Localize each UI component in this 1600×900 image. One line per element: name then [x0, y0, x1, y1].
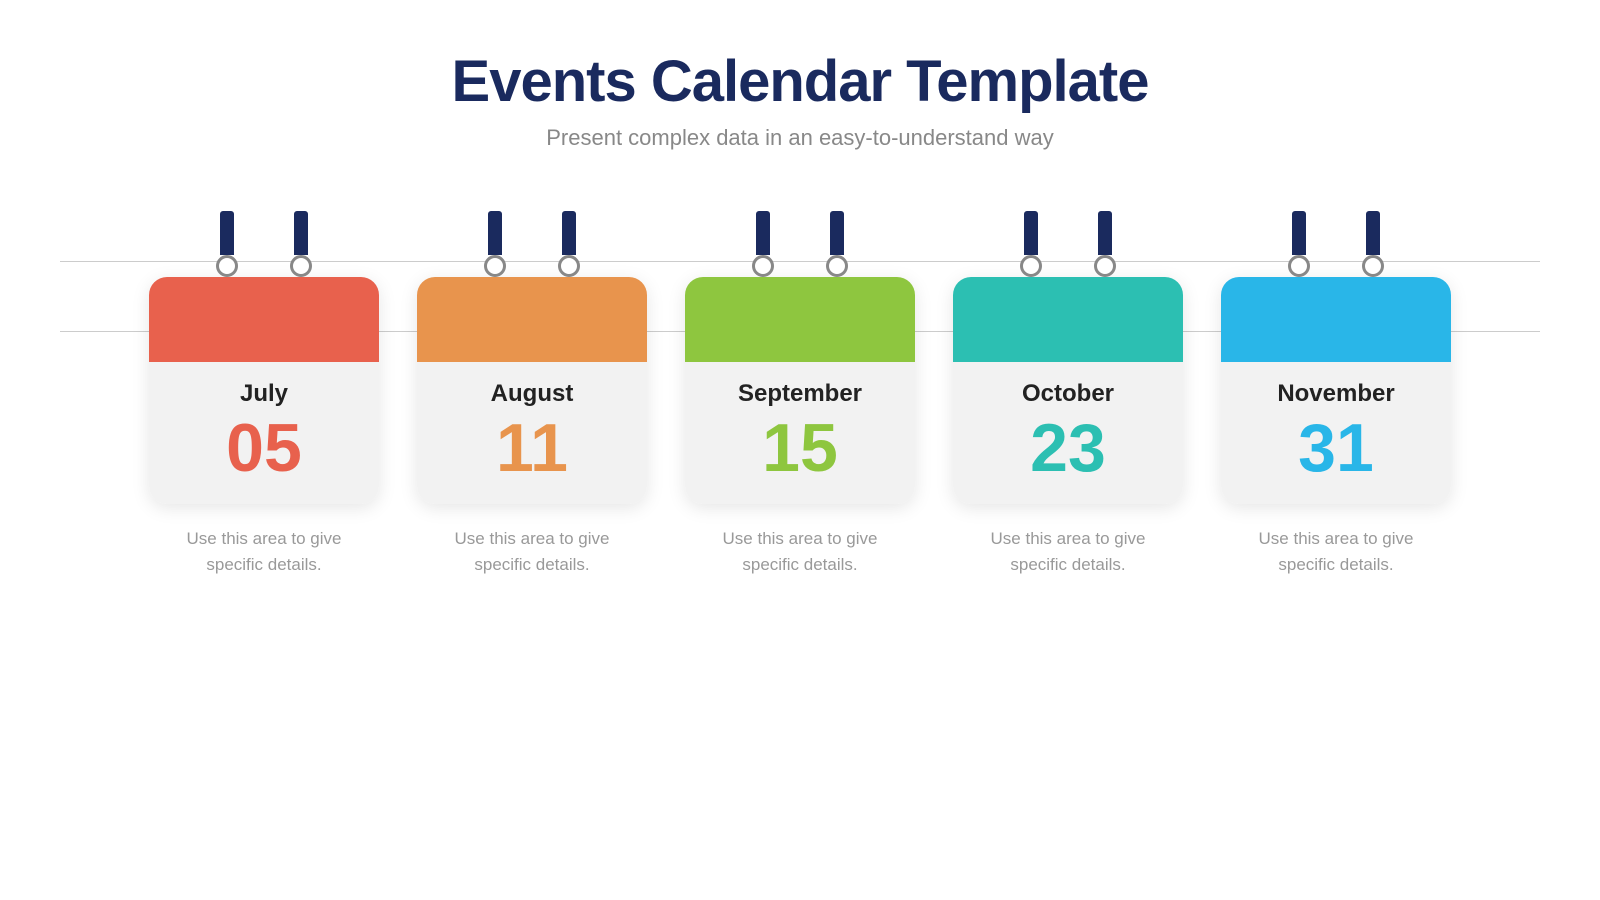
binder-ring-right-august	[558, 255, 580, 277]
day-number-october: 23	[963, 414, 1173, 482]
binder-post-right-october	[1098, 211, 1112, 255]
month-name-july: July	[159, 380, 369, 408]
month-name-october: October	[963, 380, 1173, 408]
card-body-september: September 15	[685, 362, 915, 504]
binder-ring-left-july	[216, 255, 238, 277]
card-description-october: Use this area to give specific details.	[968, 526, 1168, 577]
binders-july	[216, 211, 312, 277]
page-subtitle: Present complex data in an easy-to-under…	[452, 125, 1149, 151]
card-description-july: Use this area to give specific details.	[164, 526, 364, 577]
binder-right-november	[1362, 211, 1384, 277]
binder-post-left-september	[756, 211, 770, 255]
day-number-november: 31	[1231, 414, 1441, 482]
month-name-november: November	[1231, 380, 1441, 408]
cards-container: July 05 Use this area to give specific d…	[0, 211, 1600, 577]
binders-october	[1020, 211, 1116, 277]
binder-post-right-september	[830, 211, 844, 255]
calendar-card-september: September 15	[685, 277, 915, 504]
day-number-august: 11	[427, 414, 637, 482]
card-body-october: October 23	[953, 362, 1183, 504]
binder-ring-right-november	[1362, 255, 1384, 277]
binder-ring-left-november	[1288, 255, 1310, 277]
page-title: Events Calendar Template	[452, 48, 1149, 115]
card-top-august	[417, 277, 647, 362]
card-description-september: Use this area to give specific details.	[700, 526, 900, 577]
calendar-card-august: August 11	[417, 277, 647, 504]
card-description-august: Use this area to give specific details.	[432, 526, 632, 577]
card-body-august: August 11	[417, 362, 647, 504]
binder-ring-right-september	[826, 255, 848, 277]
binder-left-september	[752, 211, 774, 277]
binder-post-right-july	[294, 211, 308, 255]
day-number-september: 15	[695, 414, 905, 482]
binder-post-right-august	[562, 211, 576, 255]
binder-ring-left-august	[484, 255, 506, 277]
binder-left-november	[1288, 211, 1310, 277]
card-body-july: July 05	[149, 362, 379, 504]
page-header: Events Calendar Template Present complex…	[452, 48, 1149, 151]
binders-september	[752, 211, 848, 277]
binder-post-left-october	[1024, 211, 1038, 255]
card-wrapper-october: October 23 Use this area to give specifi…	[948, 211, 1188, 577]
binders-november	[1288, 211, 1384, 277]
binder-post-right-november	[1366, 211, 1380, 255]
day-number-july: 05	[159, 414, 369, 482]
month-name-august: August	[427, 380, 637, 408]
binder-left-august	[484, 211, 506, 277]
card-body-november: November 31	[1221, 362, 1451, 504]
binder-ring-right-july	[290, 255, 312, 277]
calendar-card-july: July 05	[149, 277, 379, 504]
binder-ring-right-october	[1094, 255, 1116, 277]
binder-left-july	[216, 211, 238, 277]
calendar-card-october: October 23	[953, 277, 1183, 504]
binder-right-july	[290, 211, 312, 277]
card-top-september	[685, 277, 915, 362]
binder-post-left-november	[1292, 211, 1306, 255]
binder-left-october	[1020, 211, 1042, 277]
card-wrapper-september: September 15 Use this area to give speci…	[680, 211, 920, 577]
card-description-november: Use this area to give specific details.	[1236, 526, 1436, 577]
card-top-july	[149, 277, 379, 362]
binder-post-left-august	[488, 211, 502, 255]
card-top-november	[1221, 277, 1451, 362]
binder-ring-left-september	[752, 255, 774, 277]
binder-post-left-july	[220, 211, 234, 255]
binder-right-october	[1094, 211, 1116, 277]
calendar-card-november: November 31	[1221, 277, 1451, 504]
card-wrapper-november: November 31 Use this area to give specif…	[1216, 211, 1456, 577]
card-top-october	[953, 277, 1183, 362]
binder-ring-left-october	[1020, 255, 1042, 277]
card-wrapper-august: August 11 Use this area to give specific…	[412, 211, 652, 577]
binder-right-september	[826, 211, 848, 277]
binder-right-august	[558, 211, 580, 277]
month-name-september: September	[695, 380, 905, 408]
binders-august	[484, 211, 580, 277]
card-wrapper-july: July 05 Use this area to give specific d…	[144, 211, 384, 577]
